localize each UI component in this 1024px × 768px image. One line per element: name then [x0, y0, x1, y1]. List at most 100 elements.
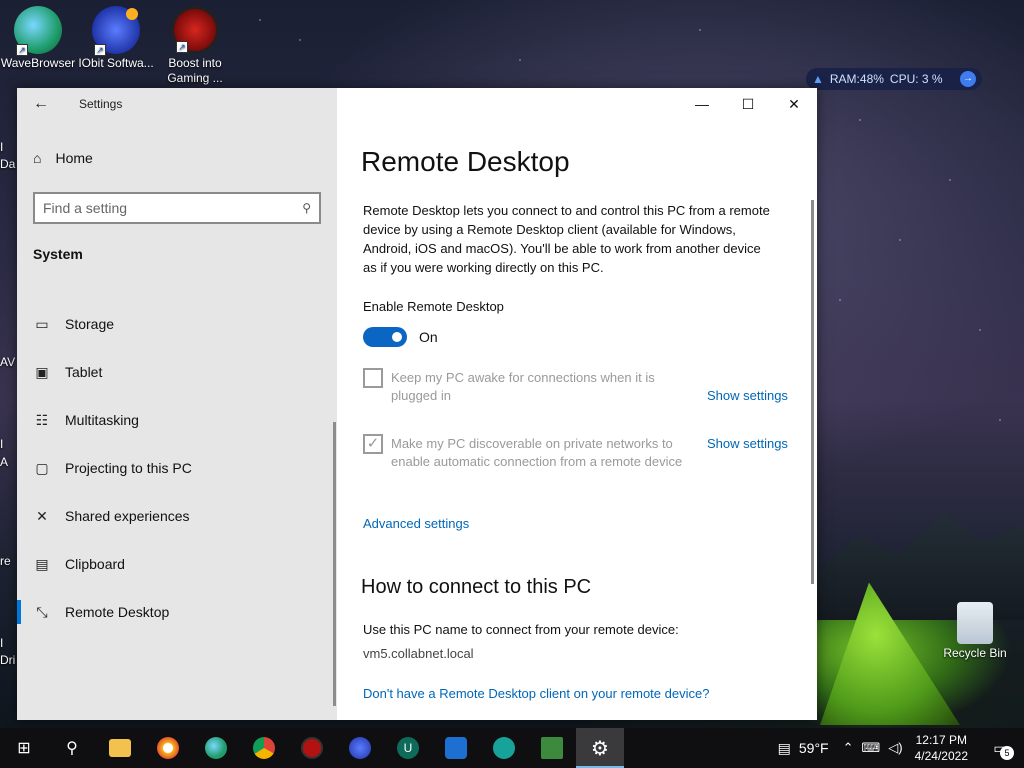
- keep-awake-show-settings-link[interactable]: Show settings: [707, 388, 788, 403]
- sidebar-item-multitasking[interactable]: ☷ Multitasking: [17, 396, 337, 444]
- checkmark-icon: ✓: [366, 435, 380, 452]
- chevron-up-icon[interactable]: ⌃: [843, 740, 854, 756]
- search-icon[interactable]: ⚲: [302, 201, 311, 215]
- task-manager-icon: [541, 737, 563, 759]
- search-input[interactable]: [43, 200, 303, 216]
- desktop-icon-iobit[interactable]: ↗ IObit Softwa...: [78, 0, 154, 71]
- start-button[interactable]: ⊞: [0, 728, 48, 768]
- settings-sidebar: ← Settings ⌂ Home ⚲ System ▭ Storage ▣ T…: [17, 88, 337, 720]
- desktop-icon-wavebrowser[interactable]: ↗ WaveBrowser: [0, 0, 76, 71]
- sidebar-nav: ▭ Storage ▣ Tablet ☷ Multitasking ▢ Proj…: [17, 300, 337, 636]
- truncated-desktop-label: Dri: [0, 653, 16, 667]
- home-label: Home: [55, 150, 93, 166]
- clipboard-icon: ▤: [35, 556, 49, 572]
- edge-icon: [205, 737, 227, 759]
- discoverable-checkbox[interactable]: ✓: [363, 434, 383, 454]
- truncated-desktop-label: re: [0, 554, 11, 568]
- sidebar-item-storage[interactable]: ▭ Storage: [17, 300, 337, 348]
- connect-heading: How to connect to this PC: [361, 576, 592, 598]
- cpu-usage: CPU: 3 %: [889, 72, 943, 86]
- desktop-icon-recycle-bin[interactable]: Recycle Bin: [937, 596, 1013, 661]
- browser-icon: [157, 737, 179, 759]
- shortcut-arrow-icon: ↗: [94, 44, 106, 56]
- iobit-icon: [349, 737, 371, 759]
- desktop-icon-label: Recycle Bin: [943, 646, 1007, 660]
- ucheck-icon: U: [397, 737, 419, 759]
- discoverable-show-settings-link[interactable]: Show settings: [707, 436, 788, 451]
- taskbar-file-explorer[interactable]: [96, 728, 144, 768]
- arrow-right-icon[interactable]: →: [960, 71, 976, 87]
- taskbar-chrome[interactable]: [240, 728, 288, 768]
- taskbar-search-button[interactable]: ⚲: [48, 728, 96, 768]
- boost-gaming-icon: ↗: [171, 6, 219, 54]
- truncated-desktop-label: AV: [0, 355, 16, 369]
- taskbar-vpn[interactable]: [480, 728, 528, 768]
- discoverable-label: Make my PC discoverable on private netwo…: [391, 436, 683, 469]
- sidebar-item-tablet[interactable]: ▣ Tablet: [17, 348, 337, 396]
- desktop-icon-label: IObit Softwa...: [78, 56, 154, 70]
- shortcut-arrow-icon: ↗: [16, 44, 28, 56]
- connect-instructions: Use this PC name to connect from your re…: [363, 622, 679, 637]
- desktop-icon-boost-gaming[interactable]: ↗ Boost into Gaming ...: [157, 0, 233, 86]
- rocket-icon: ▲: [812, 72, 824, 86]
- truncated-desktop-label: Da: [0, 157, 16, 171]
- desktop-icon-label: WaveBrowser: [0, 56, 76, 70]
- weather-widget[interactable]: ▤ 59°F: [778, 740, 829, 757]
- settings-main-pane: — ☐ ✕ Remote Desktop Remote Desktop lets…: [337, 88, 817, 720]
- back-arrow-icon[interactable]: ←: [31, 94, 51, 114]
- sidebar-scrollbar[interactable]: [333, 422, 336, 706]
- minimize-button[interactable]: —: [679, 88, 725, 120]
- sidebar-item-projecting[interactable]: ▢ Projecting to this PC: [17, 444, 337, 492]
- news-icon: ▤: [777, 739, 791, 756]
- maximize-button[interactable]: ☐: [725, 88, 771, 120]
- folder-icon: [109, 739, 131, 757]
- advanced-settings-link[interactable]: Advanced settings: [363, 516, 469, 531]
- section-title: System: [33, 246, 83, 262]
- sidebar-item-clipboard[interactable]: ▤ Clipboard: [17, 540, 337, 588]
- taskbar-settings[interactable]: ⚙: [576, 728, 624, 768]
- truncated-desktop-label: A: [0, 455, 9, 469]
- keep-awake-checkbox[interactable]: [363, 368, 383, 388]
- taskbar-edge[interactable]: [192, 728, 240, 768]
- taskbar-ucheck[interactable]: U: [384, 728, 432, 768]
- home-nav[interactable]: ⌂ Home: [33, 150, 93, 166]
- taskbar-iobit[interactable]: [336, 728, 384, 768]
- sidebar-item-remote-desktop[interactable]: ⤡ Remote Desktop: [17, 588, 337, 636]
- window-controls: — ☐ ✕: [679, 88, 817, 120]
- page-title: Remote Desktop: [361, 146, 570, 177]
- get-client-link[interactable]: Don't have a Remote Desktop client on yo…: [363, 686, 709, 701]
- ram-usage: RAM:48%: [829, 72, 884, 86]
- truncated-desktop-label: I: [0, 636, 4, 650]
- gear-icon: ⚙: [591, 737, 609, 760]
- shared-experiences-icon: ✕: [36, 508, 48, 524]
- close-button[interactable]: ✕: [771, 88, 817, 120]
- network-icon[interactable]: ⌨: [862, 740, 881, 756]
- wavebrowser-icon: ↗: [14, 6, 62, 56]
- sidebar-item-label: Storage: [65, 316, 115, 332]
- main-scrollbar[interactable]: [811, 200, 814, 584]
- desktop-icon-label: Boost into Gaming ...: [167, 56, 223, 85]
- settings-search-box[interactable]: ⚲: [33, 192, 321, 224]
- system-monitor-widget[interactable]: ▲ RAM:48% CPU: 3 % →: [806, 68, 982, 90]
- taskbar-shield-app[interactable]: [432, 728, 480, 768]
- storage-icon: ▭: [35, 316, 49, 332]
- toggle-state-label: On: [419, 329, 438, 345]
- taskbar-clock[interactable]: 12:17 PM 4/24/2022: [915, 732, 968, 764]
- truncated-desktop-label: I: [0, 437, 4, 451]
- taskbar-brave[interactable]: [144, 728, 192, 768]
- projecting-icon: ▢: [35, 460, 49, 476]
- taskbar-security-app[interactable]: [288, 728, 336, 768]
- taskbar-task-manager[interactable]: [528, 728, 576, 768]
- sidebar-item-label: Projecting to this PC: [65, 460, 192, 476]
- clock-time: 12:17 PM: [915, 733, 967, 747]
- volume-icon[interactable]: ◁): [888, 740, 902, 756]
- tray-icons: ⌃ ⌨ ◁): [843, 740, 903, 756]
- notification-count-badge: 5: [1000, 746, 1014, 760]
- action-center-button[interactable]: ▭ 5: [986, 734, 1014, 762]
- sidebar-item-shared-experiences[interactable]: ✕ Shared experiences: [17, 492, 337, 540]
- enable-remote-desktop-toggle[interactable]: [363, 327, 407, 347]
- recycle-bin-icon: [957, 602, 993, 644]
- sidebar-item-label: Multitasking: [65, 412, 139, 428]
- toggle-knob: [392, 332, 402, 342]
- pc-name: vm5.collabnet.local: [363, 646, 474, 661]
